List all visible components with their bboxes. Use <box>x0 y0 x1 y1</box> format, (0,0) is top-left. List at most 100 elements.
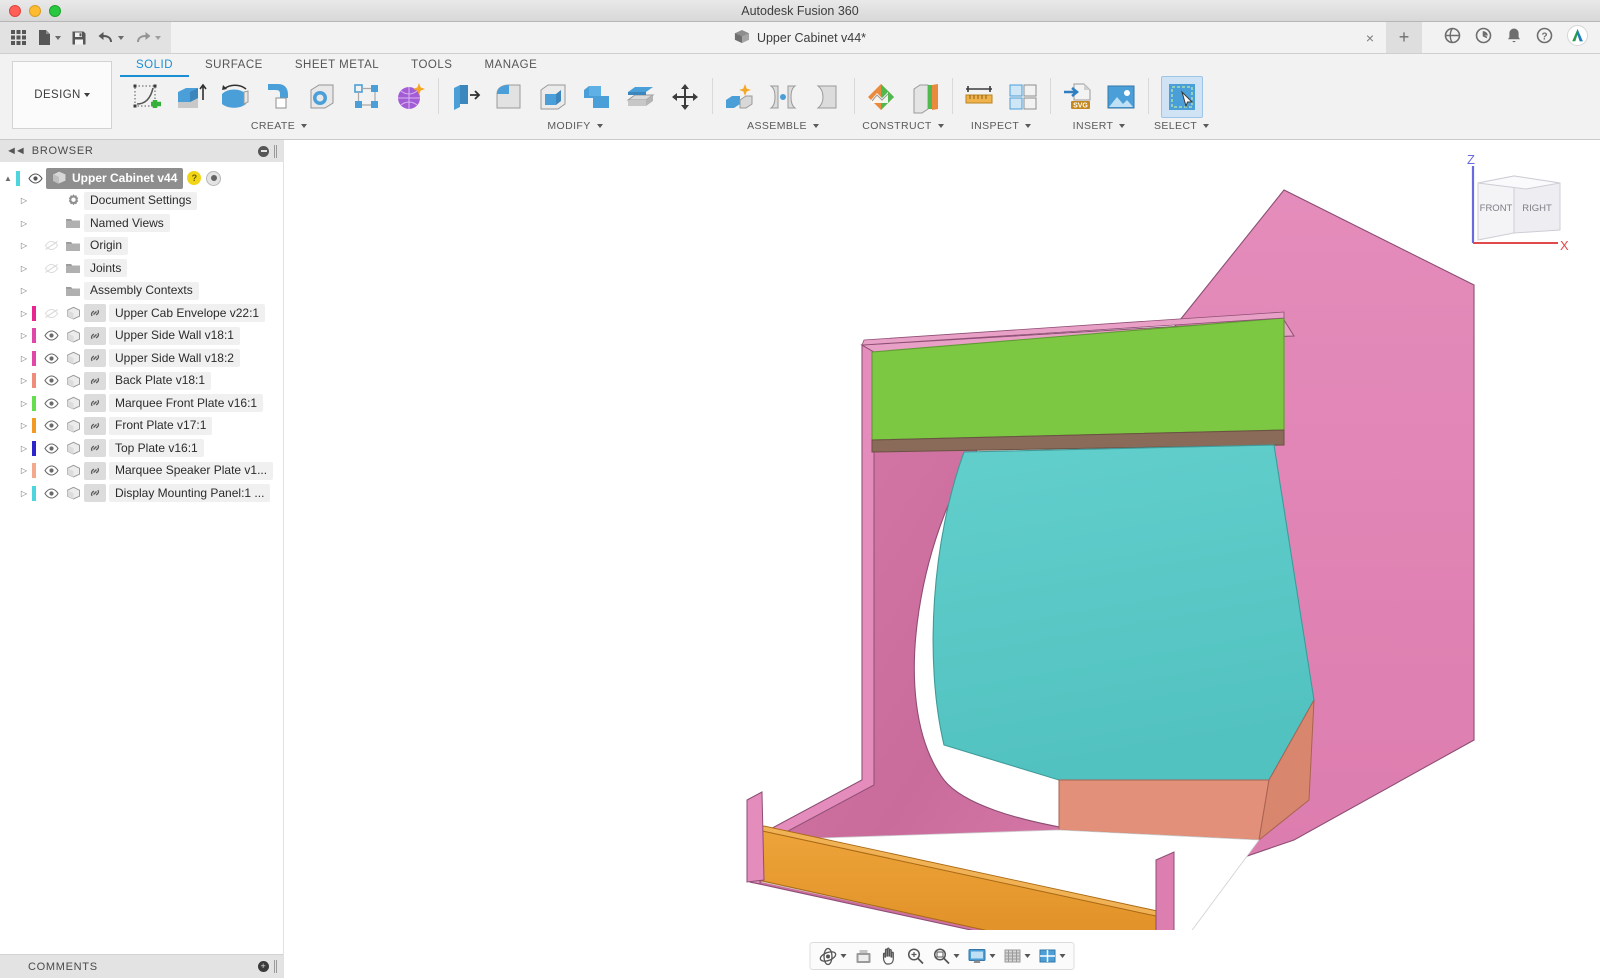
insert-caret-icon[interactable] <box>1119 124 1125 128</box>
visibility-eye-icon[interactable] <box>40 375 62 386</box>
expand-arrow-icon[interactable]: ▷ <box>16 264 32 273</box>
tree-node[interactable]: ▷Back Plate v18:1 <box>0 370 283 393</box>
help-icon[interactable]: ? <box>1536 27 1553 49</box>
ribbon-panel-insert-label[interactable]: INSERT <box>1073 120 1126 132</box>
linked-component-icon[interactable] <box>84 304 106 322</box>
zoom-icon[interactable] <box>904 945 928 967</box>
select-window-icon[interactable] <box>1161 76 1203 118</box>
undo-icon[interactable] <box>93 25 128 51</box>
press-pull-icon[interactable] <box>444 76 486 118</box>
plus-circle-icon[interactable]: + <box>258 961 269 972</box>
tree-node[interactable]: ▷Upper Cab Envelope v22:1 <box>0 302 283 325</box>
canvas-image-icon[interactable] <box>1100 76 1142 118</box>
ribbon-tab-manage[interactable]: MANAGE <box>468 56 553 77</box>
tree-node[interactable]: ▷Front Plate v17:1 <box>0 415 283 438</box>
tree-node-root[interactable]: ▲ Upper Cabinet v44 ? <box>0 167 283 190</box>
view-cube[interactable]: Z X FRONT RIGHT <box>1438 148 1588 258</box>
visibility-eye-icon[interactable] <box>40 353 62 364</box>
tree-node[interactable]: ▷Named Views <box>0 212 283 235</box>
tree-node[interactable]: ▷Upper Side Wall v18:1 <box>0 325 283 348</box>
expand-arrow-icon[interactable]: ▷ <box>16 241 32 250</box>
grid-snaps-icon[interactable] <box>1001 945 1034 967</box>
undo-caret-icon[interactable] <box>118 36 124 40</box>
extrude-icon[interactable] <box>170 76 212 118</box>
browser-resize-handle[interactable] <box>274 145 277 158</box>
grid-snaps-caret-icon[interactable] <box>1025 954 1031 958</box>
visibility-eye-icon[interactable] <box>24 173 46 184</box>
display-mounting-panel[interactable] <box>933 445 1314 780</box>
visibility-eye-icon[interactable] <box>40 420 62 431</box>
app-grid-icon[interactable] <box>6 25 31 51</box>
visibility-hidden-icon[interactable] <box>40 263 62 274</box>
fit-icon[interactable] <box>930 945 963 967</box>
visibility-hidden-icon[interactable] <box>40 308 62 319</box>
shell-icon[interactable] <box>532 76 574 118</box>
collapse-left-icon[interactable]: ◄◄ <box>6 145 24 157</box>
visibility-eye-icon[interactable] <box>40 330 62 341</box>
expand-arrow-icon[interactable]: ▷ <box>16 309 32 318</box>
linked-component-icon[interactable] <box>84 484 106 502</box>
linked-component-icon[interactable] <box>84 417 106 435</box>
new-file-icon[interactable] <box>33 25 65 51</box>
new-document-tab-button[interactable]: + <box>1386 22 1422 53</box>
modify-caret-icon[interactable] <box>597 124 603 128</box>
ribbon-panel-assemble-label[interactable]: ASSEMBLE <box>747 120 819 132</box>
tree-node[interactable]: ▷Assembly Contexts <box>0 280 283 303</box>
fillet-icon[interactable] <box>488 76 530 118</box>
expand-arrow-icon[interactable]: ▷ <box>16 286 32 295</box>
ribbon-tab-surface[interactable]: SURFACE <box>189 56 279 77</box>
measure-icon[interactable] <box>958 76 1000 118</box>
ribbon-panel-modify-label[interactable]: MODIFY <box>547 120 602 132</box>
save-icon[interactable] <box>67 25 91 51</box>
create-caret-icon[interactable] <box>301 124 307 128</box>
revolve-icon[interactable] <box>214 76 256 118</box>
tree-node[interactable]: ▷Joints <box>0 257 283 280</box>
ribbon-tab-solid[interactable]: SOLID <box>120 56 189 77</box>
root-warning-badge[interactable]: ? <box>187 171 201 185</box>
display-settings-icon[interactable] <box>965 945 999 967</box>
viewports-caret-icon[interactable] <box>1060 954 1066 958</box>
new-file-caret-icon[interactable] <box>55 36 61 40</box>
inspect-caret-icon[interactable] <box>1025 124 1031 128</box>
account-avatar[interactable] <box>1567 25 1588 51</box>
ribbon-panel-select-label[interactable]: SELECT <box>1154 120 1209 132</box>
orbit-icon[interactable] <box>816 945 850 967</box>
linked-component-icon[interactable] <box>84 372 106 390</box>
expand-arrow-icon[interactable]: ▷ <box>16 421 32 430</box>
expand-arrow-icon[interactable]: ▷ <box>16 219 32 228</box>
expand-arrow-icon[interactable]: ▷ <box>16 489 32 498</box>
create-sketch-icon[interactable] <box>126 76 168 118</box>
document-tab[interactable]: Upper Cabinet v44* <box>720 22 880 53</box>
expand-arrow-icon[interactable]: ▷ <box>16 354 32 363</box>
arcade-cabinet-model[interactable] <box>284 140 1600 930</box>
expand-arrow-icon[interactable]: ▷ <box>16 466 32 475</box>
tree-node[interactable]: ▷Upper Side Wall v18:2 <box>0 347 283 370</box>
as-built-joint-icon[interactable] <box>806 76 848 118</box>
linked-component-icon[interactable] <box>84 349 106 367</box>
visibility-eye-icon[interactable] <box>40 488 62 499</box>
offset-face-icon[interactable] <box>620 76 662 118</box>
ribbon-panel-construct-label[interactable]: CONSTRUCT <box>862 120 944 132</box>
ribbon-tab-tools[interactable]: TOOLS <box>395 56 468 77</box>
tree-node[interactable]: ▷Marquee Front Plate v16:1 <box>0 392 283 415</box>
tree-node[interactable]: ▷Document Settings <box>0 190 283 213</box>
tree-node[interactable]: ▷Origin <box>0 235 283 258</box>
visibility-eye-icon[interactable] <box>40 465 62 476</box>
sweep-icon[interactable] <box>258 76 300 118</box>
viewports-icon[interactable] <box>1036 945 1069 967</box>
tree-node[interactable]: ▷Marquee Speaker Plate v1... <box>0 460 283 483</box>
root-component-pill[interactable]: Upper Cabinet v44 <box>46 168 183 189</box>
redo-caret-icon[interactable] <box>155 36 161 40</box>
visibility-eye-icon[interactable] <box>40 443 62 454</box>
expand-arrow-icon[interactable]: ▷ <box>16 331 32 340</box>
expand-arrow-icon[interactable]: ▲ <box>0 174 16 183</box>
assemble-caret-icon[interactable] <box>813 124 819 128</box>
construct-caret-icon[interactable] <box>938 124 944 128</box>
select-caret-icon[interactable] <box>1203 124 1209 128</box>
browser-minimize-icon[interactable] <box>258 146 269 157</box>
section-analysis-icon[interactable] <box>1002 76 1044 118</box>
workspace-selector[interactable]: DESIGN <box>12 61 112 129</box>
combine-icon[interactable] <box>576 76 618 118</box>
new-component-icon[interactable] <box>718 76 760 118</box>
visibility-hidden-icon[interactable] <box>40 240 62 251</box>
